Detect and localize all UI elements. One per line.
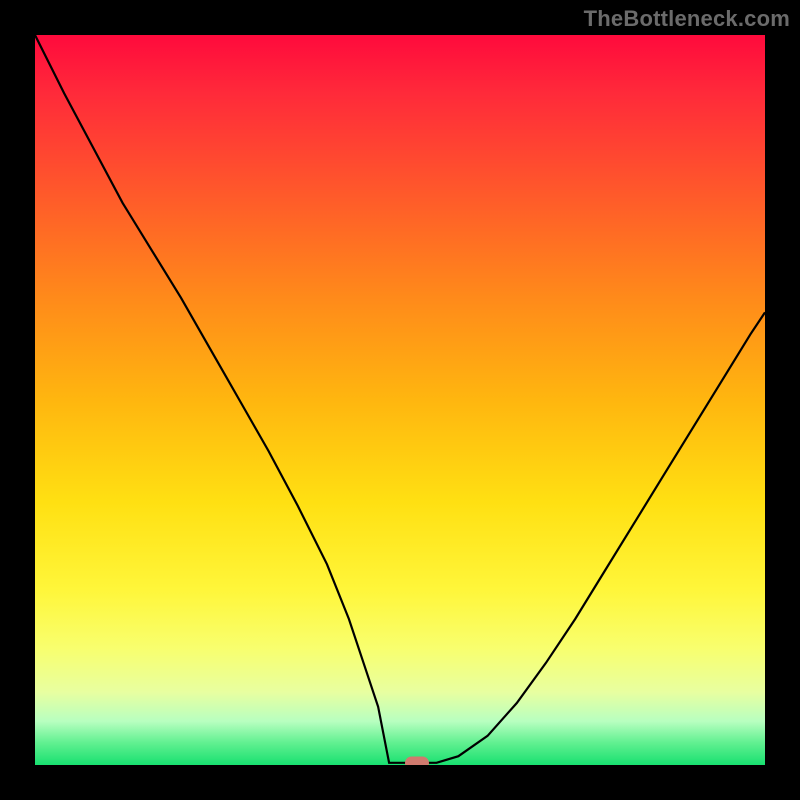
optimum-marker [405,756,429,765]
chart-frame: TheBottleneck.com [0,0,800,800]
plot-area [35,35,765,765]
bottleneck-curve [35,35,765,765]
watermark-text: TheBottleneck.com [584,6,790,32]
